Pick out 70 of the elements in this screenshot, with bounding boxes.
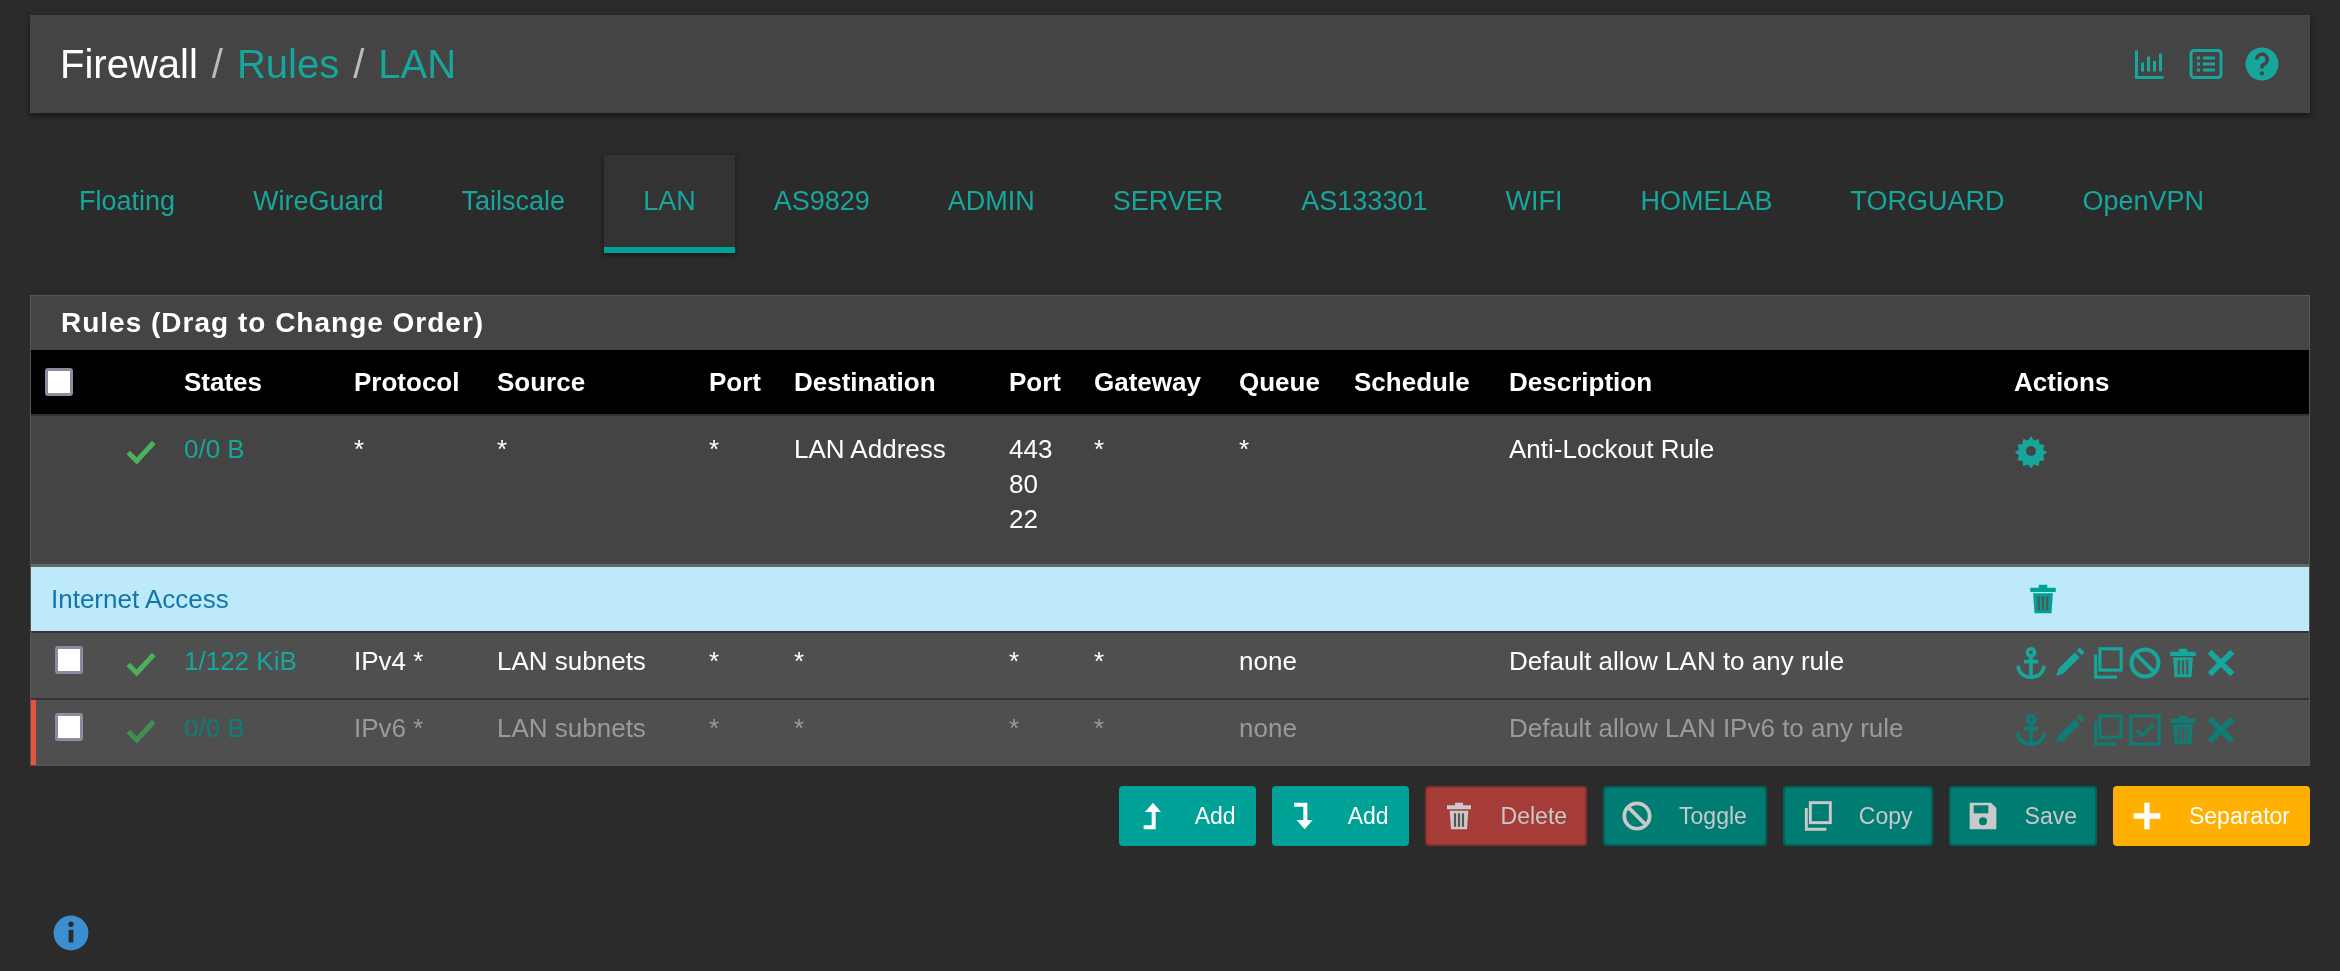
queue-text: none: [1239, 646, 1297, 676]
column-header: Schedule: [1354, 366, 1470, 397]
queue-text: none: [1239, 713, 1297, 743]
gateway-text: *: [1094, 713, 1105, 743]
breadcrumb-separator: /: [353, 41, 365, 87]
source-text: LAN subnets: [497, 646, 646, 676]
source-text: *: [497, 434, 508, 464]
interface-tab[interactable]: LAN: [604, 155, 735, 253]
breadcrumb-item: Firewall: [60, 41, 198, 87]
plus-icon: [2131, 800, 2163, 832]
column-header: Port: [1009, 366, 1061, 397]
ban-icon: [1621, 800, 1654, 832]
ban-icon[interactable]: [2128, 646, 2162, 680]
column-header: States: [184, 366, 263, 397]
help-icon[interactable]: [2244, 46, 2280, 82]
interface-tab[interactable]: Floating: [40, 155, 215, 253]
rule-checkbox[interactable]: [55, 646, 83, 674]
add-top-button[interactable]: Add: [1118, 786, 1256, 846]
port-text: *: [709, 713, 720, 743]
column-header: Queue: [1239, 366, 1320, 397]
separator-label: Internet Access: [51, 583, 229, 614]
destination-text: LAN Address: [794, 434, 946, 464]
protocol-text: IPv6 *: [354, 713, 424, 743]
column-header: Actions: [2014, 366, 2110, 397]
list-icon[interactable]: [2188, 46, 2224, 82]
port-text: 22: [1009, 504, 1039, 535]
settings-icon[interactable]: [2014, 434, 2048, 468]
port-text: *: [709, 434, 720, 464]
port-text: *: [709, 646, 720, 676]
protocol-text: IPv4 *: [354, 646, 424, 676]
port-text: *: [1009, 713, 1021, 744]
description-text: Anti-Lockout Rule: [1509, 434, 1715, 464]
interface-tab[interactable]: OpenVPN: [2043, 155, 2244, 253]
breadcrumb-item[interactable]: Rules: [236, 41, 340, 87]
port-text: 80: [1009, 469, 1039, 500]
destination-text: *: [794, 646, 805, 676]
interface-tab[interactable]: ADMIN: [908, 155, 1074, 253]
port-text: 443: [1009, 434, 1054, 465]
gateway-text: *: [1094, 434, 1105, 464]
interface-tab[interactable]: HOMELAB: [1601, 155, 1812, 253]
column-header: Gateway: [1094, 366, 1201, 397]
interface-tab[interactable]: WireGuard: [214, 155, 423, 253]
states-link[interactable]: 0/0 B: [184, 434, 245, 464]
interface-tab[interactable]: TORGUARD: [1811, 155, 2044, 253]
description-text: Default allow LAN to any rule: [1509, 646, 1845, 676]
breadcrumb-item[interactable]: LAN: [378, 41, 457, 87]
info-icon[interactable]: [52, 914, 90, 952]
states-link[interactable]: 1/122 KiB: [184, 646, 297, 676]
column-header: Source: [497, 366, 586, 397]
queue-text: *: [1239, 434, 1250, 464]
add-bottom-button[interactable]: Add: [1271, 786, 1409, 846]
interface-tab[interactable]: WIFI: [1466, 155, 1602, 253]
destination-text: *: [794, 713, 805, 743]
column-header: Port: [709, 366, 761, 397]
column-header: Description: [1509, 366, 1653, 397]
gateway-text: *: [1094, 646, 1105, 676]
anchor-icon[interactable]: [2014, 646, 2048, 680]
protocol-text: *: [354, 434, 365, 464]
breadcrumb-separator: /: [211, 41, 223, 87]
column-header: Destination: [794, 366, 936, 397]
interface-tab[interactable]: Tailscale: [422, 155, 605, 253]
panel-title: Rules (Drag to Change Order): [60, 306, 486, 340]
port-text: *: [1009, 646, 1021, 677]
interface-tab[interactable]: SERVER: [1073, 155, 1263, 253]
column-header: Protocol: [354, 366, 460, 397]
interface-tab[interactable]: AS9829: [734, 155, 909, 253]
description-text: Default allow LAN IPv6 to any rule: [1509, 713, 1904, 743]
interface-tab[interactable]: AS133301: [1262, 155, 1467, 253]
source-text: LAN subnets: [497, 713, 646, 743]
select-all-checkbox[interactable]: [45, 368, 73, 396]
